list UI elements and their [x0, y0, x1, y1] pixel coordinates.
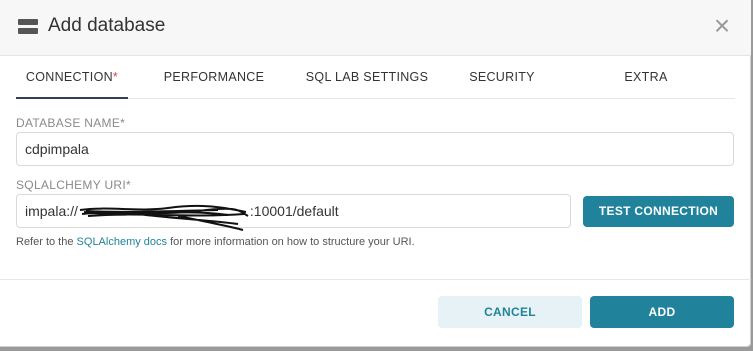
modal-header: Add database ×: [0, 0, 751, 56]
add-button[interactable]: ADD: [590, 296, 734, 328]
tab-label: CONNECTION: [25, 70, 113, 84]
sqlalchemy-docs-link[interactable]: SQLAlchemy docs: [77, 236, 167, 248]
help-prefix: Refer to the: [16, 236, 77, 248]
required-marker: *: [112, 70, 119, 84]
database-name-input[interactable]: cdpimpala: [16, 132, 734, 166]
cancel-button[interactable]: CANCEL: [438, 296, 582, 328]
database-name-label: DATABASE NAME*: [16, 116, 126, 130]
tab-extra[interactable]: EXTRA: [596, 58, 696, 97]
tab-connection[interactable]: CONNECTION*: [16, 58, 128, 99]
tab-security[interactable]: SECURITY: [452, 58, 552, 97]
database-icon: [18, 19, 38, 34]
uri-prefix: impala://: [25, 203, 78, 219]
uri-suffix: :10001/default: [249, 203, 339, 219]
close-icon[interactable]: ×: [710, 12, 734, 40]
help-suffix: for more information on how to structure…: [167, 236, 415, 248]
modal-title: Add database: [48, 15, 166, 36]
uri-help-text: Refer to the SQLAlchemy docs for more in…: [16, 236, 415, 248]
add-database-modal: Add database × CONNECTION* PERFORMANCE S…: [0, 0, 751, 347]
tab-sql-lab-settings[interactable]: SQL LAB SETTINGS: [294, 58, 440, 97]
test-connection-button[interactable]: TEST CONNECTION: [583, 196, 734, 227]
redaction-scribble: [79, 204, 249, 231]
sqlalchemy-uri-label: SQLALCHEMY URI*: [16, 178, 131, 192]
footer-divider: [0, 279, 751, 280]
tab-bar: CONNECTION* PERFORMANCE SQL LAB SETTINGS…: [16, 58, 735, 99]
tab-performance[interactable]: PERFORMANCE: [154, 58, 274, 97]
